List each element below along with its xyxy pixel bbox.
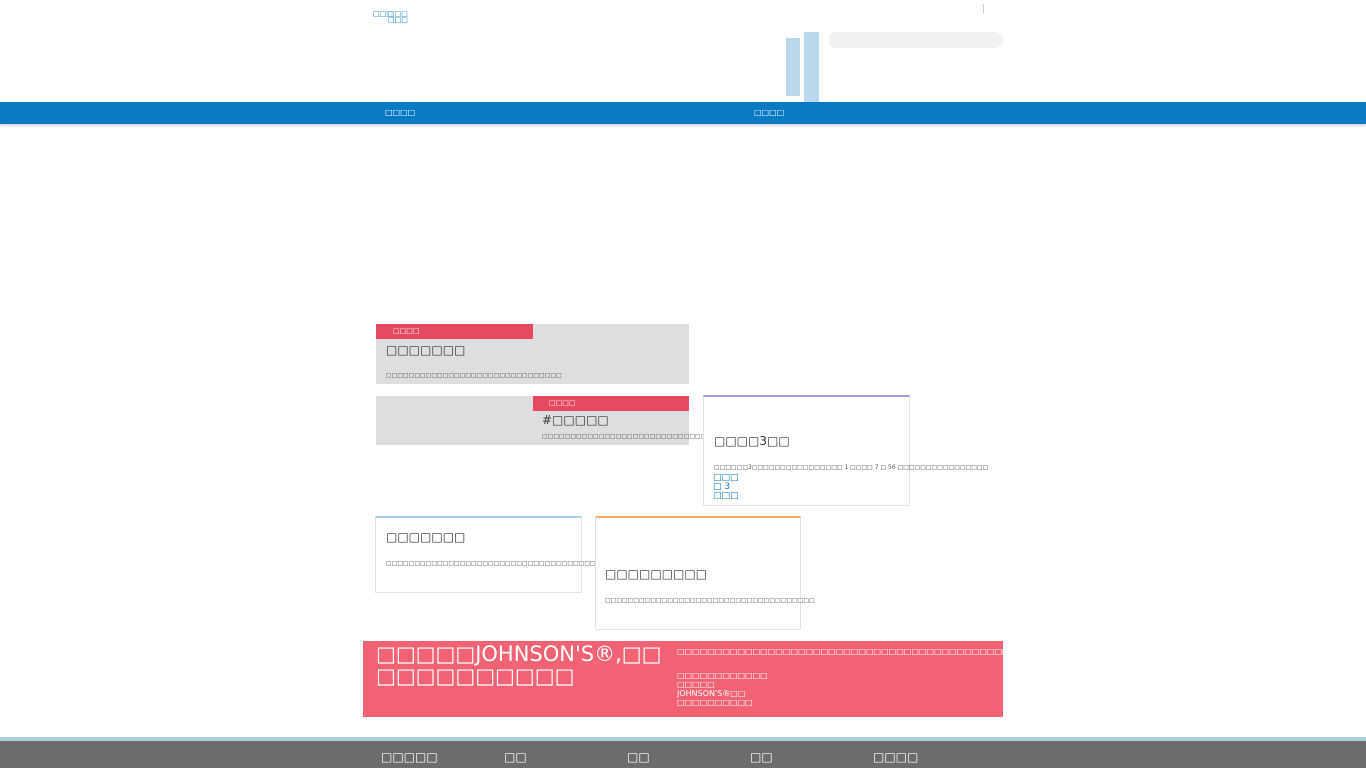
- banner-list-item-1[interactable]: □□□□□□□□□□□□: [677, 671, 768, 680]
- footer-link-2[interactable]: □□: [504, 751, 527, 763]
- banner-title: □□□□□JOHNSON'S®,□□□□□□□□□□□□: [376, 643, 662, 687]
- card-2-title[interactable]: #□□□□□: [542, 413, 609, 427]
- footer: □□□□□ □□ □□ □□ □□□□: [0, 741, 1366, 768]
- card-1-tag-label: □□□□: [393, 327, 420, 335]
- card-4-title[interactable]: □□□□□□□: [386, 530, 465, 544]
- logo-bar-left: [786, 38, 800, 96]
- card-2-tag: □□□□: [533, 396, 689, 411]
- article-card-3[interactable]: □□□□3□□ □□□□□□3□□□□□□□□□□□□□□□□ 1 □□□□ 7…: [703, 395, 988, 506]
- card-3-desc: □□□□□□3□□□□□□□□□□□□□□□□ 1 □□□□ 7 □ 56 □□…: [714, 464, 989, 471]
- header-divider: [983, 4, 984, 13]
- card-1-title[interactable]: □□□□□□□: [386, 343, 465, 357]
- card-3-link-3[interactable]: □□□: [713, 492, 739, 501]
- nav-item-1[interactable]: □□□□: [385, 109, 415, 117]
- footer-link-1[interactable]: □□□□□: [381, 751, 438, 763]
- article-card-4[interactable]: □□□□□□□ □□□□□□□□□□□□□□□□□□□□□□□□□□□□□□□□…: [375, 516, 658, 593]
- search-input[interactable]: [828, 32, 1003, 48]
- card-3-title[interactable]: □□□□3□□: [714, 434, 790, 448]
- banner-text: □□□□□□□□□□□□□□□□□□□□□□□□□□□□□□□□□□□□□□□□…: [677, 647, 1131, 656]
- banner-list-item-2[interactable]: □□□□□: [677, 680, 715, 689]
- footer-link-5[interactable]: □□□□: [873, 751, 918, 763]
- footer-link-4[interactable]: □□: [750, 751, 773, 763]
- article-card-2[interactable]: □□□□ #□□□□□ □□□□□□□□□□□□□□□□□□□□□□□□□□□□…: [376, 396, 757, 445]
- card-5-desc: □□□□□□□□□□□□□□□□□□□□□□□□□□□□□□□□□□□□□: [605, 597, 815, 604]
- page: { "header": { "util_links": ["□□□", "□□□…: [0, 0, 1366, 768]
- banner-list-item-3[interactable]: JOHNSON'S®□□: [677, 689, 745, 698]
- article-card-5[interactable]: □□□□□□□□□ □□□□□□□□□□□□□□□□□□□□□□□□□□□□□□…: [595, 516, 815, 630]
- promo-banner: □□□□□JOHNSON'S®,□□□□□□□□□□□□ □□□□□□□□□□□…: [363, 641, 1131, 717]
- card-2-tag-label: □□□□: [549, 399, 576, 407]
- card-1-desc: □□□□□□□□□□□□□□□□□□□□□□□□□□□□□□□: [386, 372, 562, 379]
- header-link-3[interactable]: □□□: [388, 17, 408, 24]
- main-nav: □□□□ □□□□: [0, 102, 1366, 124]
- card-5-title[interactable]: □□□□□□□□□: [605, 567, 707, 581]
- card-1-tag: □□□□: [376, 324, 533, 339]
- nav-item-2[interactable]: □□□□: [754, 109, 784, 117]
- banner-list-item-4[interactable]: □□□□□□□□□□: [677, 698, 753, 707]
- logo-bar-right: [804, 32, 819, 102]
- article-card-1[interactable]: □□□□ □□□□□□□ □□□□□□□□□□□□□□□□□□□□□□□□□□□…: [376, 324, 689, 384]
- footer-link-3[interactable]: □□: [627, 751, 650, 763]
